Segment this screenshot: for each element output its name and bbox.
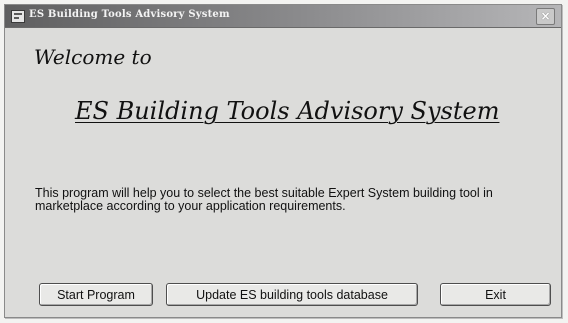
- welcome-heading: Welcome to: [34, 45, 152, 69]
- update-database-button[interactable]: Update ES building tools database: [166, 283, 418, 306]
- close-icon[interactable]: ×: [536, 8, 555, 25]
- description-text: This program will help you to select the…: [35, 186, 493, 213]
- title-bar[interactable]: ES Building Tools Advisory System ×: [5, 5, 561, 28]
- exit-button[interactable]: Exit: [440, 283, 551, 306]
- app-title: ES Building Tools Advisory System: [75, 97, 500, 125]
- window-title: ES Building Tools Advisory System: [29, 9, 230, 20]
- start-program-button[interactable]: Start Program: [39, 283, 153, 306]
- app-window-icon: [11, 10, 25, 23]
- welcome-dialog: ES Building Tools Advisory System × Welc…: [4, 4, 562, 318]
